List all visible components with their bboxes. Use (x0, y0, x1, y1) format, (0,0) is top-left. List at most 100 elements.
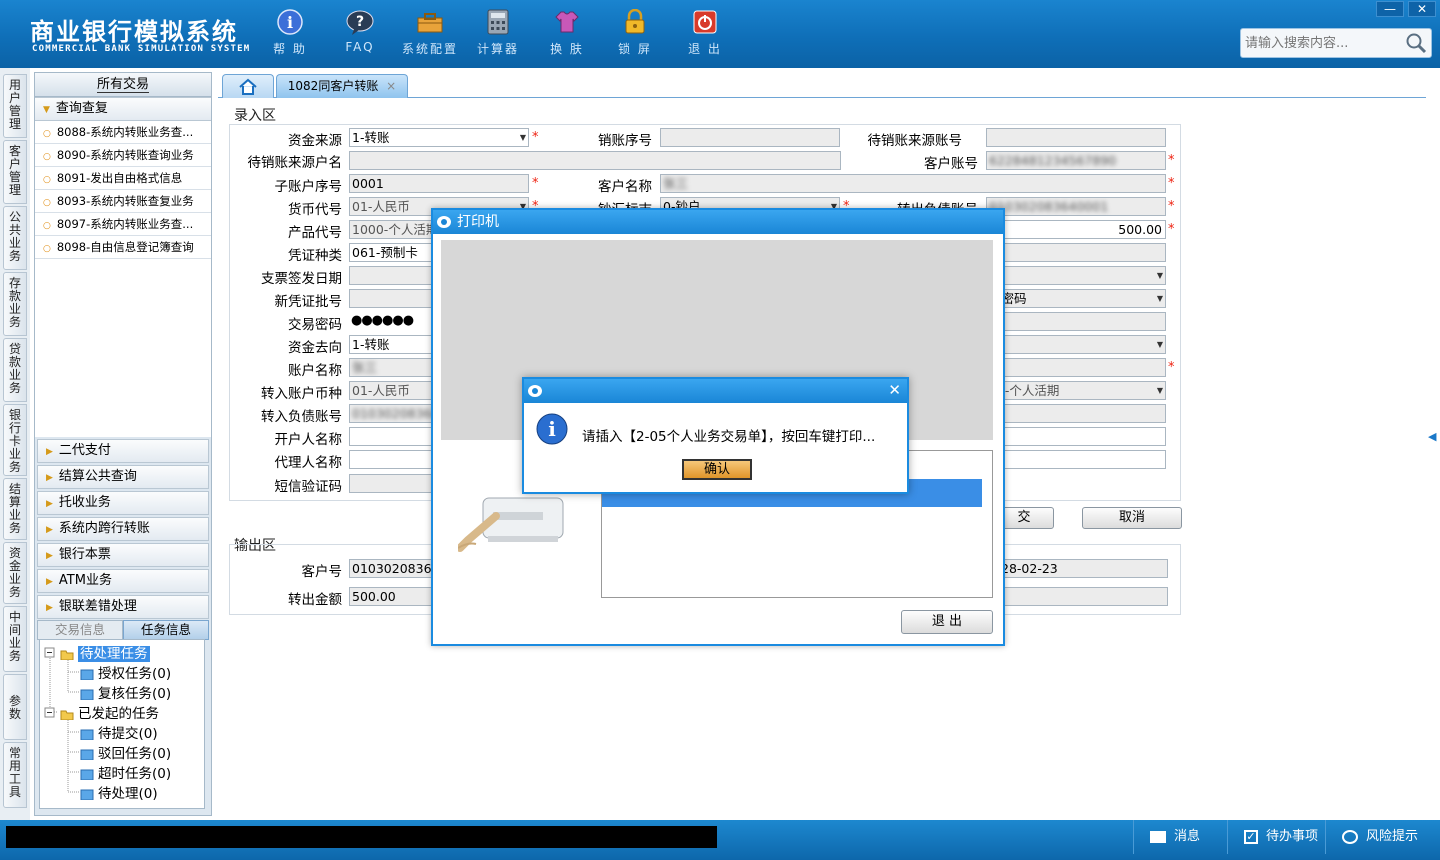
group-cashier-check[interactable]: ▶ 银行本票 (37, 543, 209, 567)
home-icon (239, 78, 257, 95)
collapse-arrow-icon[interactable]: ◀ (1428, 430, 1436, 443)
right-blank-3[interactable] (986, 427, 1166, 446)
system-config-button[interactable]: 系统配置 (400, 8, 460, 57)
vtab-user-mgmt[interactable]: 用户管理 (3, 74, 27, 138)
faq-button[interactable]: ? FAQ (330, 8, 390, 54)
vtab-customer-mgmt[interactable]: 客户管理 (3, 140, 27, 204)
amount-input[interactable]: 500.00 (986, 220, 1166, 239)
window-close-button[interactable]: ✕ (1408, 1, 1436, 17)
cancel-button[interactable]: 取消 (1082, 507, 1182, 529)
right-blank-input[interactable] (986, 243, 1166, 262)
list-item[interactable]: ○ 8091-发出自由格式信息 (35, 167, 211, 190)
logo-chinese: 商业银行模拟系统 (30, 18, 238, 46)
right-blank-2[interactable] (986, 312, 1166, 331)
customer-acct-input[interactable]: 6228481234567890 (986, 151, 1166, 170)
group-settlement-query[interactable]: ▶ 结算公共查询 (37, 465, 209, 489)
tab-1082[interactable]: 1082同客户转账 × (276, 74, 408, 98)
group-interbank[interactable]: ▶ 系统内跨行转账 (37, 517, 209, 541)
chat-bubble-icon (1342, 829, 1358, 844)
out-blank (998, 587, 1168, 606)
tree-review-tasks[interactable]: 复核任务(0) (80, 682, 171, 702)
list-item[interactable]: ○ 8090-系统内转账查询业务 (35, 144, 211, 167)
fund-source-select[interactable]: 1-转账 ▼ (349, 128, 529, 147)
sub-acct-no-input[interactable]: 0001 (349, 174, 529, 193)
task-icon (80, 729, 94, 740)
vtab-fund[interactable]: 资金业务 (3, 542, 27, 604)
tree-to-submit[interactable]: 待提交(0) (80, 722, 158, 742)
list-item[interactable]: ○ 8097-系统内转账业务查... (35, 213, 211, 236)
task-icon (80, 749, 94, 760)
right-zh-input[interactable]: 账 (986, 404, 1166, 423)
tree-auth-tasks[interactable]: 授权任务(0) (80, 662, 171, 682)
vtab-public-business[interactable]: 公共业务 (3, 206, 27, 270)
tab-transaction-info[interactable]: 交易信息 (37, 620, 123, 640)
messages-button[interactable]: 消息 (1133, 820, 1227, 854)
list-item[interactable]: ○ 8098-自由信息登记簿查询 (35, 236, 211, 259)
vtab-tools[interactable]: 常用工具 (3, 742, 27, 808)
printer-exit-button[interactable]: 退 出 (901, 610, 993, 634)
minimize-button[interactable]: — (1376, 1, 1404, 17)
task-tree: 待处理任务 授权任务(0) 复核任务(0) 已发起的任务 待提交(0) 驳回任务… (39, 639, 205, 809)
right-acct-input[interactable]: 01 (986, 358, 1166, 377)
calculator-button[interactable]: 计算器 (468, 8, 528, 57)
checkbox-icon: ✓ (1244, 829, 1258, 844)
home-tab[interactable] (222, 74, 274, 98)
vtab-settlement[interactable]: 结算业务 (3, 478, 27, 540)
right-product-select[interactable]: 00-个人活期 ▼ (986, 381, 1166, 400)
power-icon (691, 8, 719, 36)
todo-button[interactable]: ✓ 待办事项 (1227, 820, 1325, 854)
question-icon: ? (346, 8, 374, 36)
dialog-close-button[interactable]: ✕ (888, 381, 901, 399)
vtab-loan[interactable]: 贷款业务 (3, 338, 27, 402)
risk-alert-button[interactable]: 风险提示 (1325, 820, 1440, 854)
vtab-card[interactable]: 银行卡业务 (3, 404, 27, 476)
right-pw-select[interactable]: 凭密码 ▼ (986, 289, 1166, 308)
change-skin-button[interactable]: 换 肤 (537, 8, 597, 57)
vtab-deposit[interactable]: 存款业务 (3, 272, 27, 336)
exit-button[interactable]: 退 出 (675, 8, 735, 57)
tree-pending-tasks[interactable]: 待处理任务 (60, 642, 150, 662)
tree-rejected[interactable]: 驳回任务(0) (80, 742, 171, 762)
task-icon (80, 789, 94, 800)
pending-src-name-input[interactable] (349, 151, 841, 170)
tree-timeout[interactable]: 超时任务(0) (80, 762, 171, 782)
status-bar: 消息 ✓ 待办事项 风险提示 (0, 820, 1440, 860)
group-unionpay-error[interactable]: ▶ 银联差错处理 (37, 595, 209, 619)
write-off-no-input[interactable] (660, 128, 840, 147)
input-section-title: 录入区 (234, 108, 276, 124)
workspace-tabs: 1082同客户转账 × (218, 72, 1426, 98)
group-atm[interactable]: ▶ ATM业务 (37, 569, 209, 593)
list-item[interactable]: ○ 8088-系统内转账业务查... (35, 121, 211, 144)
right-card-select[interactable]: 卡▼ (986, 335, 1166, 354)
list-item[interactable]: ○ 8093-系统内转账查复业务 (35, 190, 211, 213)
close-tab-icon[interactable]: × (386, 79, 396, 93)
vtab-intermediate[interactable]: 中间业务 (3, 606, 27, 672)
transaction-tree-panel: 所有交易 ▼ 查询查复 ○ 8088-系统内转账业务查... ○ 8090-系统内转账… (34, 72, 212, 816)
tree-to-process[interactable]: 待处理(0) (80, 782, 158, 802)
group-query[interactable]: ▼ 查询查复 (35, 97, 211, 121)
search-icon[interactable] (1405, 32, 1427, 58)
help-button[interactable]: i 帮 助 (260, 8, 320, 57)
shirt-icon (553, 8, 581, 36)
customer-name-input[interactable]: 张三 (660, 174, 1166, 193)
right-blank-4[interactable] (986, 450, 1166, 469)
tab-task-info[interactable]: 任务信息 (123, 620, 209, 640)
info-icon: i (536, 413, 568, 445)
app-icon (528, 385, 542, 397)
printer-app-icon (437, 216, 451, 228)
all-transactions-header[interactable]: 所有交易 (35, 73, 211, 97)
group-2nd-gen-payment[interactable]: ▶ 二代支付 (37, 439, 209, 463)
search-input[interactable] (1241, 29, 1401, 57)
debit-acct-input[interactable]: 010302083640001 (986, 197, 1166, 216)
vtab-params[interactable]: 参数 (3, 674, 27, 740)
message-dialog: ✕ i 请插入【2-05个人业务交易单】，按回车键打印... 确认 (522, 377, 909, 494)
right-select-1[interactable]: ▼ (986, 266, 1166, 285)
lock-screen-button[interactable]: 锁 屏 (605, 8, 665, 57)
confirm-button[interactable]: 确认 (682, 459, 752, 480)
tree-initiated-tasks[interactable]: 已发起的任务 (60, 702, 159, 722)
pending-src-acct-input[interactable] (986, 128, 1166, 147)
task-icon (80, 669, 94, 680)
info-tabs: 交易信息 任务信息 (37, 620, 209, 640)
lock-icon (621, 8, 649, 36)
group-collection[interactable]: ▶ 托收业务 (37, 491, 209, 515)
